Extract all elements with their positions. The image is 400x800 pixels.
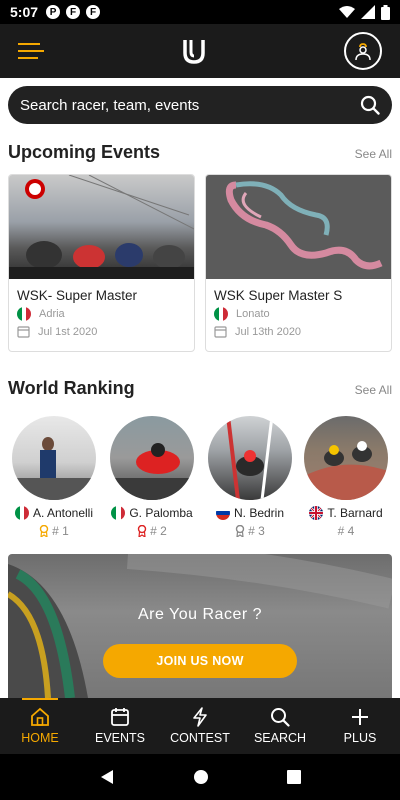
event-location-row: Lonato xyxy=(206,303,391,321)
event-title: WSK Super Master S xyxy=(214,288,343,303)
event-image xyxy=(206,175,391,279)
medal-icon xyxy=(137,525,147,537)
home-circle-icon[interactable] xyxy=(193,769,209,785)
italy-flag-icon xyxy=(214,307,228,321)
home-icon xyxy=(31,707,49,726)
italy-flag-icon xyxy=(111,506,126,520)
back-icon[interactable] xyxy=(99,769,115,785)
racer-photo xyxy=(110,416,194,500)
ranking-list: A. Antonelli # 1 G. Palomba # 2 N. Bedri… xyxy=(0,416,400,546)
event-date-row: Jul 1st 2020 xyxy=(9,321,194,338)
racer-name-row: G. Palomba xyxy=(104,506,200,520)
nav-contest[interactable]: CONTEST xyxy=(160,698,240,754)
racer-rank: # 4 xyxy=(337,524,355,538)
recents-icon[interactable] xyxy=(287,770,301,784)
racer-name-row: A. Antonelli xyxy=(6,506,102,520)
status-time: 5:07 xyxy=(10,4,39,20)
app-notification-icon: P xyxy=(46,5,61,19)
ranker-card[interactable]: T. Barnard # 4 xyxy=(298,416,394,538)
nav-label: HOME xyxy=(21,731,59,745)
nav-home[interactable]: HOME xyxy=(0,698,80,754)
see-all-events-link[interactable]: See All xyxy=(355,147,392,161)
nav-label: PLUS xyxy=(343,731,377,745)
event-location: Lonato xyxy=(236,308,270,320)
upcoming-events-header: Upcoming Events See All xyxy=(8,142,392,163)
main-content: Search racer, team, events Upcoming Even… xyxy=(0,78,400,698)
ranker-card[interactable]: G. Palomba # 2 xyxy=(104,416,200,538)
racer-rank: # 3 xyxy=(248,524,265,538)
user-icon xyxy=(355,43,371,61)
lightning-icon xyxy=(193,707,207,727)
russia-flag-icon xyxy=(215,506,230,520)
medal-icon xyxy=(235,525,245,537)
event-image xyxy=(9,175,194,279)
racer-photo xyxy=(12,416,96,500)
section-title: Upcoming Events xyxy=(8,142,161,162)
medal-icon xyxy=(39,525,49,537)
profile-button[interactable] xyxy=(344,32,382,70)
event-card[interactable]: WSK- Super Master Adria Jul 1st 2020 xyxy=(8,174,195,352)
racer-photo xyxy=(304,416,388,500)
nav-events[interactable]: EVENTS xyxy=(80,698,160,754)
see-all-ranking-link[interactable]: See All xyxy=(355,383,392,397)
racer-rank: # 1 xyxy=(52,524,69,538)
italy-flag-icon xyxy=(14,506,29,520)
event-date: Jul 1st 2020 xyxy=(38,325,98,338)
italy-flag-icon xyxy=(17,307,31,321)
nav-label: CONTEST xyxy=(170,731,230,745)
nav-search[interactable]: SEARCH xyxy=(240,698,320,754)
racer-name-row: N. Bedrin xyxy=(202,506,298,520)
event-location: Adria xyxy=(39,308,65,320)
event-date-row: Jul 13th 2020 xyxy=(206,321,391,338)
nav-label: EVENTS xyxy=(94,731,145,745)
signal-icon xyxy=(361,5,375,19)
search-icon xyxy=(271,708,290,727)
hamburger-icon[interactable] xyxy=(18,38,44,64)
ranker-card[interactable]: N. Bedrin # 3 xyxy=(202,416,298,538)
search-icon[interactable] xyxy=(360,95,380,115)
racer-name-row: T. Barnard xyxy=(298,506,394,520)
app-notification-icon: F xyxy=(86,5,101,19)
search-placeholder: Search racer, team, events xyxy=(20,96,200,114)
event-card[interactable]: WSK Super Master S Lonato Jul 13th 2020 xyxy=(205,174,392,352)
racer-rank-row: # 3 xyxy=(202,524,298,538)
join-promo-banner: Are You Racer ? JOIN US NOW xyxy=(8,554,392,698)
wifi-icon xyxy=(339,6,355,18)
racer-name: T. Barnard xyxy=(327,506,383,520)
calendar-icon xyxy=(214,326,227,338)
app-header xyxy=(0,24,400,78)
calendar-icon xyxy=(111,708,129,726)
event-title: WSK- Super Master xyxy=(17,288,138,303)
status-bar: 5:07 P F F xyxy=(0,0,400,24)
racer-rank: # 2 xyxy=(150,524,167,538)
event-location-row: Adria xyxy=(9,303,194,321)
promo-title: Are You Racer ? xyxy=(137,606,263,623)
u-logo-icon xyxy=(183,40,205,64)
racer-rank-row: # 4 xyxy=(298,524,394,538)
racer-photo xyxy=(208,416,292,500)
section-title: World Ranking xyxy=(8,378,135,398)
join-us-button[interactable]: JOIN US NOW xyxy=(103,644,297,678)
racer-name: A. Antonelli xyxy=(32,506,94,520)
event-date: Jul 13th 2020 xyxy=(235,325,302,338)
app-notification-icon: F xyxy=(66,5,81,19)
ranker-card[interactable]: A. Antonelli # 1 xyxy=(6,416,102,538)
search-input[interactable]: Search racer, team, events xyxy=(8,86,392,124)
battery-icon xyxy=(381,4,390,20)
racer-rank-row: # 2 xyxy=(104,524,200,538)
system-nav-bar xyxy=(0,754,400,800)
racer-name: N. Bedrin xyxy=(233,506,285,520)
world-ranking-header: World Ranking See All xyxy=(8,378,392,399)
plus-icon xyxy=(352,709,368,725)
nav-plus[interactable]: PLUS xyxy=(320,698,400,754)
bottom-nav: HOME EVENTS CONTEST SEARCH PLUS xyxy=(0,698,400,754)
nav-label: SEARCH xyxy=(253,731,307,745)
calendar-icon xyxy=(17,326,30,338)
uk-flag-icon xyxy=(309,506,324,520)
racer-name: G. Palomba xyxy=(129,506,193,520)
racer-rank-row: # 1 xyxy=(6,524,102,538)
